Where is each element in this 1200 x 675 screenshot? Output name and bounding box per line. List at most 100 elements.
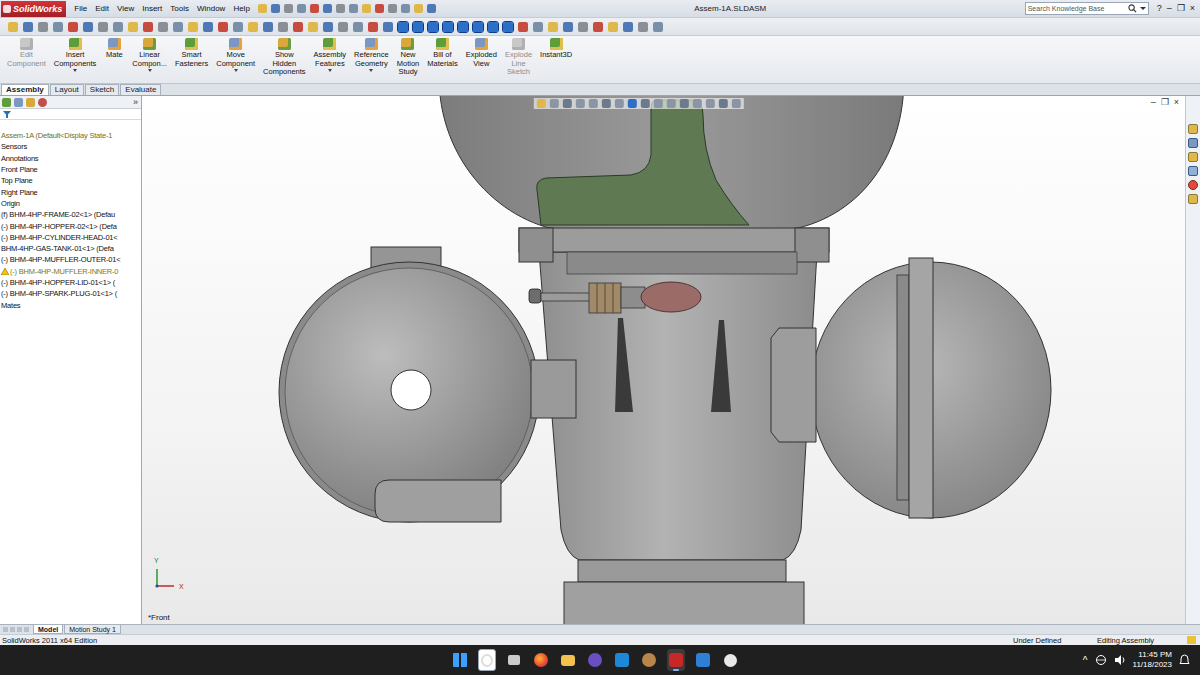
filter-icon[interactable]	[3, 111, 11, 118]
tree-item[interactable]: (-) BHM-4HP-HOPPER-02<1> (Defa	[0, 220, 141, 231]
hopper[interactable]	[439, 96, 904, 232]
task-pane-icon[interactable]	[1188, 138, 1198, 148]
toolbar-icon[interactable]	[503, 22, 513, 32]
tree-item[interactable]: Sensors	[0, 141, 141, 152]
more-button[interactable]: »	[133, 98, 138, 107]
toolbar-icon[interactable]	[271, 4, 280, 13]
assembly-model[interactable]	[142, 96, 1185, 624]
config-icon[interactable]	[26, 98, 35, 107]
viewport-control[interactable]: ❐	[1161, 98, 1169, 107]
toolbar-icon[interactable]	[83, 22, 93, 32]
plug-insulator[interactable]	[641, 282, 701, 312]
dropdown-caret-icon[interactable]	[328, 69, 332, 72]
toolbar-icon[interactable]	[284, 4, 293, 13]
menu-item[interactable]: View	[117, 4, 134, 13]
feature-tree-icon[interactable]	[2, 98, 11, 107]
toolbar-icon[interactable]	[188, 22, 198, 32]
toolbar-icon[interactable]	[263, 22, 273, 32]
toolbar-icon[interactable]	[113, 22, 123, 32]
toolbar-icon[interactable]	[297, 4, 306, 13]
plug-rod[interactable]	[541, 293, 591, 301]
cylinder-body[interactable]	[539, 252, 817, 560]
toolbar-icon[interactable]	[414, 4, 423, 13]
taskbar-app-icon[interactable]	[478, 649, 496, 671]
ribbon-button[interactable]: LinearCompon...	[129, 38, 170, 72]
taskbar-app-icon[interactable]	[667, 649, 685, 671]
toolbar-icon[interactable]	[518, 22, 528, 32]
toolbar-icon[interactable]	[258, 4, 267, 13]
flange-ear[interactable]	[519, 228, 553, 262]
tree-item[interactable]: (f) BHM-4HP-FRAME-02<1> (Defau	[0, 209, 141, 220]
taskbar-app-icon[interactable]	[640, 649, 658, 671]
toolbar-icon[interactable]	[401, 4, 410, 13]
viewport-control[interactable]: –	[1151, 98, 1156, 107]
muffler-connector[interactable]	[531, 360, 576, 418]
toolbar-icon[interactable]	[278, 22, 288, 32]
model-tab[interactable]: Model	[33, 625, 63, 634]
network-icon[interactable]	[1095, 654, 1107, 666]
window-control[interactable]: ?	[1157, 4, 1162, 13]
cylinder-neck[interactable]	[578, 560, 786, 582]
taskbar-app-icon[interactable]	[532, 649, 550, 671]
command-tab[interactable]: Sketch	[85, 84, 119, 95]
plug-cap[interactable]	[529, 289, 541, 303]
ribbon-button[interactable]: ExplodeLineSketch	[502, 38, 535, 77]
window-control[interactable]: –	[1167, 4, 1172, 13]
tree-item[interactable]: (-) BHM-4HP-MUFFLER-OUTER-01<	[0, 254, 141, 265]
menu-item[interactable]: Window	[197, 4, 225, 13]
toolbar-icon[interactable]	[38, 22, 48, 32]
toolbar-icon[interactable]	[488, 22, 498, 32]
view-icon[interactable]	[575, 99, 584, 108]
tank-flange[interactable]	[909, 258, 933, 518]
toolbar-icon[interactable]	[593, 22, 603, 32]
toolbar-icon[interactable]	[98, 22, 108, 32]
tree-item[interactable]: Mates	[0, 299, 141, 310]
hopper-section[interactable]	[537, 100, 749, 225]
task-pane-icon[interactable]	[1188, 152, 1198, 162]
task-pane-icon[interactable]	[1188, 166, 1198, 176]
window-control[interactable]: ❐	[1177, 4, 1185, 13]
muffler-handle[interactable]	[375, 480, 501, 522]
window-control[interactable]: ×	[1190, 4, 1195, 13]
ribbon-button[interactable]: MoveComponent	[213, 38, 258, 72]
toolbar-icon[interactable]	[293, 22, 303, 32]
dropdown-caret-icon[interactable]	[369, 69, 373, 72]
tank-nut[interactable]	[771, 328, 816, 442]
tree-item[interactable]: Front Plane	[0, 164, 141, 175]
toolbar-icon[interactable]	[443, 22, 453, 32]
tank-ring[interactable]	[897, 275, 909, 500]
view-icon[interactable]	[536, 99, 545, 108]
toolbar-icon[interactable]	[428, 22, 438, 32]
view-icon[interactable]	[588, 99, 597, 108]
volume-icon[interactable]	[1114, 654, 1126, 666]
tree-item[interactable]: (-) BHM-4HP-HOPPER-LID-01<1> (	[0, 277, 141, 288]
toolbar-icon[interactable]	[336, 4, 345, 13]
plug-thread[interactable]	[589, 283, 621, 313]
property-icon[interactable]	[14, 98, 23, 107]
task-pane-icon[interactable]	[1188, 180, 1198, 190]
toolbar-icon[interactable]	[362, 4, 371, 13]
toolbar-icon[interactable]	[233, 22, 243, 32]
tray-overflow[interactable]: ^	[1083, 655, 1088, 666]
tree-item[interactable]: Origin	[0, 198, 141, 209]
muffler-outer[interactable]	[279, 262, 539, 522]
toolbar-icon[interactable]	[533, 22, 543, 32]
view-icon[interactable]	[549, 99, 558, 108]
cooling-fin[interactable]	[711, 320, 731, 412]
menu-item[interactable]: Edit	[95, 4, 109, 13]
ribbon-button[interactable]: Mate	[101, 38, 127, 60]
menu-item[interactable]: Help	[233, 4, 249, 13]
tree-item[interactable]: Assem-1A (Default<Display State-1	[0, 130, 141, 141]
toolbar-icon[interactable]	[458, 22, 468, 32]
toolbar-icon[interactable]	[473, 22, 483, 32]
toolbar-icon[interactable]	[23, 22, 33, 32]
view-icon[interactable]	[614, 99, 623, 108]
frame-base[interactable]	[564, 582, 804, 624]
view-icon[interactable]	[692, 99, 701, 108]
toolbar-icon[interactable]	[638, 22, 648, 32]
search-caret-icon[interactable]	[1140, 7, 1146, 10]
toolbar-icon[interactable]	[383, 22, 393, 32]
view-icon[interactable]	[718, 99, 727, 108]
cooling-fin[interactable]	[615, 318, 633, 412]
toolbar-icon[interactable]	[308, 22, 318, 32]
